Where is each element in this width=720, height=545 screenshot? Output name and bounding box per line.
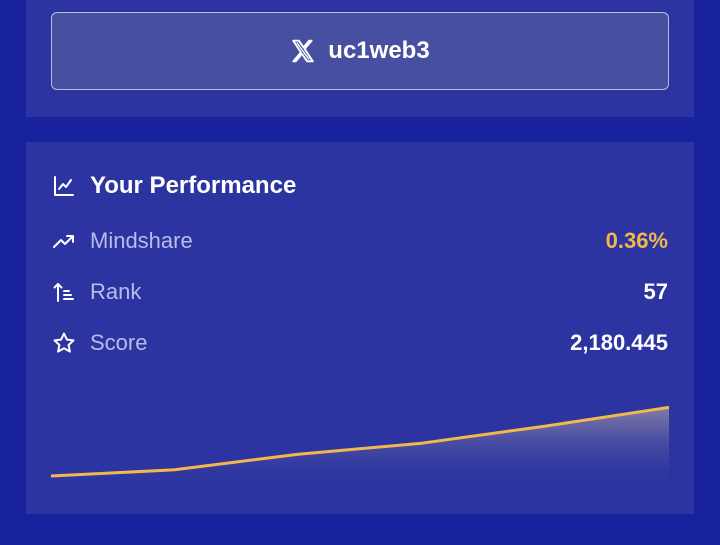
x-logo-icon xyxy=(290,38,316,64)
page: uc1web3 Your Performance Mindshare 0.36% xyxy=(0,0,720,545)
sparkline-area xyxy=(51,407,669,486)
rank-sort-icon xyxy=(52,280,76,304)
stat-row-mindshare: Mindshare 0.36% xyxy=(52,226,668,256)
x-handle-label: uc1web3 xyxy=(328,37,430,64)
profile-card: uc1web3 xyxy=(26,0,694,117)
stat-value-rank: 57 xyxy=(643,279,668,304)
star-icon xyxy=(52,331,76,355)
stat-label-rank: Rank xyxy=(90,279,142,304)
performance-title: Your Performance xyxy=(90,172,297,199)
stat-row-score: Score 2,180.445 xyxy=(52,328,668,358)
performance-header: Your Performance xyxy=(52,172,296,200)
stat-label-score: Score xyxy=(90,330,148,355)
x-profile-button[interactable]: uc1web3 xyxy=(51,12,669,90)
performance-sparkline xyxy=(51,405,669,486)
stat-value-mindshare: 0.36% xyxy=(605,228,668,253)
stat-label-mindshare: Mindshare xyxy=(90,228,193,253)
line-chart-icon xyxy=(52,174,76,198)
stat-value-score: 2,180.445 xyxy=(570,330,668,355)
stat-row-rank: Rank 57 xyxy=(52,277,668,307)
trending-up-icon xyxy=(52,229,76,253)
performance-card: Your Performance Mindshare 0.36% Rank 57… xyxy=(26,142,694,514)
